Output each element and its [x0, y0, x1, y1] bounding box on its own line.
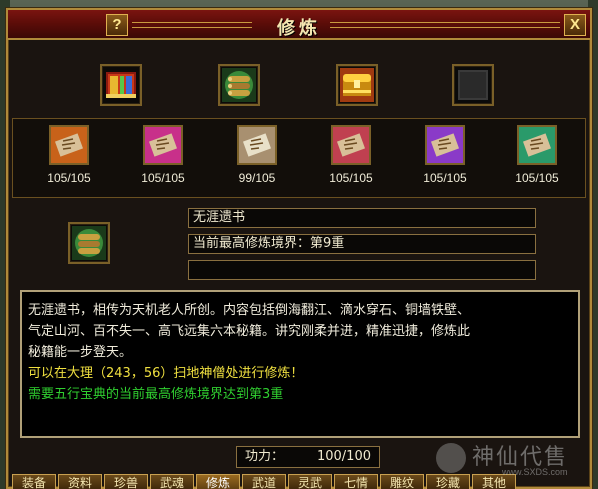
scroll-count: 105/105 [329, 171, 373, 185]
tab-pets[interactable]: 珍兽 [104, 474, 148, 489]
location-hint: 可以在大理（243，56）扫地神僧处进行修炼！ [28, 366, 304, 381]
description-line: 无涯遗书，相传为天机老人所创。内容包括倒海翻江、滴水穿石、铜墙铁壁、 [28, 303, 471, 318]
tab-spirit-weapon[interactable]: 灵武 [288, 474, 332, 489]
book-red-icon [104, 68, 138, 102]
tab-profile[interactable]: 资料 [58, 474, 102, 489]
item-slot-scroll-bundle[interactable] [218, 64, 260, 106]
requirement-text: 需要五行宝典的当前最高修炼境界达到第3重 [28, 387, 284, 402]
scroll-count: 105/105 [141, 171, 185, 185]
scroll-item[interactable]: 105/105 [39, 125, 99, 185]
description-box: 无涯遗书，相传为天机老人所创。内容包括倒海翻江、滴水穿石、铜墙铁壁、 气定山河、… [20, 290, 580, 438]
watermark-url: www.SXDS.com [502, 467, 568, 477]
close-button[interactable]: X [564, 14, 586, 36]
tab-seven-emotions[interactable]: 七情 [334, 474, 378, 489]
scroll-red-icon [331, 125, 371, 165]
scroll-list: 105/105 105/105 99/105 105/105 105/105 1… [12, 118, 586, 198]
item-slot-empty[interactable] [452, 64, 494, 106]
watermark-logo-icon [436, 443, 466, 473]
cultivation-level-field: 当前最高修炼境界：第9重 [188, 234, 536, 254]
description-line: 秘籍能一步登天。 [28, 345, 133, 360]
item-slot-book[interactable] [100, 64, 142, 106]
book-info-panel: 无涯遗书 当前最高修炼境界：第9重 [12, 202, 586, 288]
power-label: 功力： [245, 449, 285, 464]
scroll-pink-icon [143, 125, 183, 165]
scroll-item[interactable]: 105/105 [133, 125, 193, 185]
tab-martial-way[interactable]: 武道 [242, 474, 286, 489]
scroll-grey-icon [237, 125, 277, 165]
empty-info-field [188, 260, 536, 280]
scroll-purple-icon [425, 125, 465, 165]
gold-chest-icon [340, 68, 374, 102]
scroll-count: 105/105 [47, 171, 91, 185]
scroll-count: 99/105 [238, 171, 276, 185]
top-item-row [8, 42, 590, 114]
scroll-count: 105/105 [515, 171, 559, 185]
scroll-item[interactable]: 105/105 [507, 125, 567, 185]
scroll-teal-icon [517, 125, 557, 165]
item-slot-chest[interactable] [336, 64, 378, 106]
scroll-item[interactable]: 105/105 [321, 125, 381, 185]
scroll-green-bundle-icon [72, 226, 106, 260]
tab-equipment[interactable]: 装备 [12, 474, 56, 489]
site-watermark: 神仙代售 www.SXDS.com [436, 439, 586, 479]
tab-martial-soul[interactable]: 武魂 [150, 474, 194, 489]
scroll-item[interactable]: 105/105 [415, 125, 475, 185]
tab-cultivation[interactable]: 修炼 [196, 474, 240, 489]
power-display: 功力： 100/100 [236, 446, 380, 468]
power-value: 100/100 [316, 449, 371, 464]
empty-slot-frame [456, 68, 490, 102]
title-ornament-right [330, 22, 560, 28]
cultivation-window: ? 修炼 X 105/105 105/105 99/105 105/105 10… [6, 8, 592, 489]
tab-engraving[interactable]: 雕纹 [380, 474, 424, 489]
selected-book-slot[interactable] [68, 222, 110, 264]
scroll-count: 105/105 [423, 171, 467, 185]
scroll-orange-icon [49, 125, 89, 165]
scroll-green-bundle-icon [222, 68, 256, 102]
title-bar[interactable]: ? 修炼 X [8, 10, 590, 40]
description-line: 气定山河、百不失一、高飞远集六本秘籍。讲究刚柔并进，精准迅捷，修炼此 [28, 324, 471, 339]
scroll-item[interactable]: 99/105 [227, 125, 287, 185]
book-name-field: 无涯遗书 [188, 208, 536, 228]
